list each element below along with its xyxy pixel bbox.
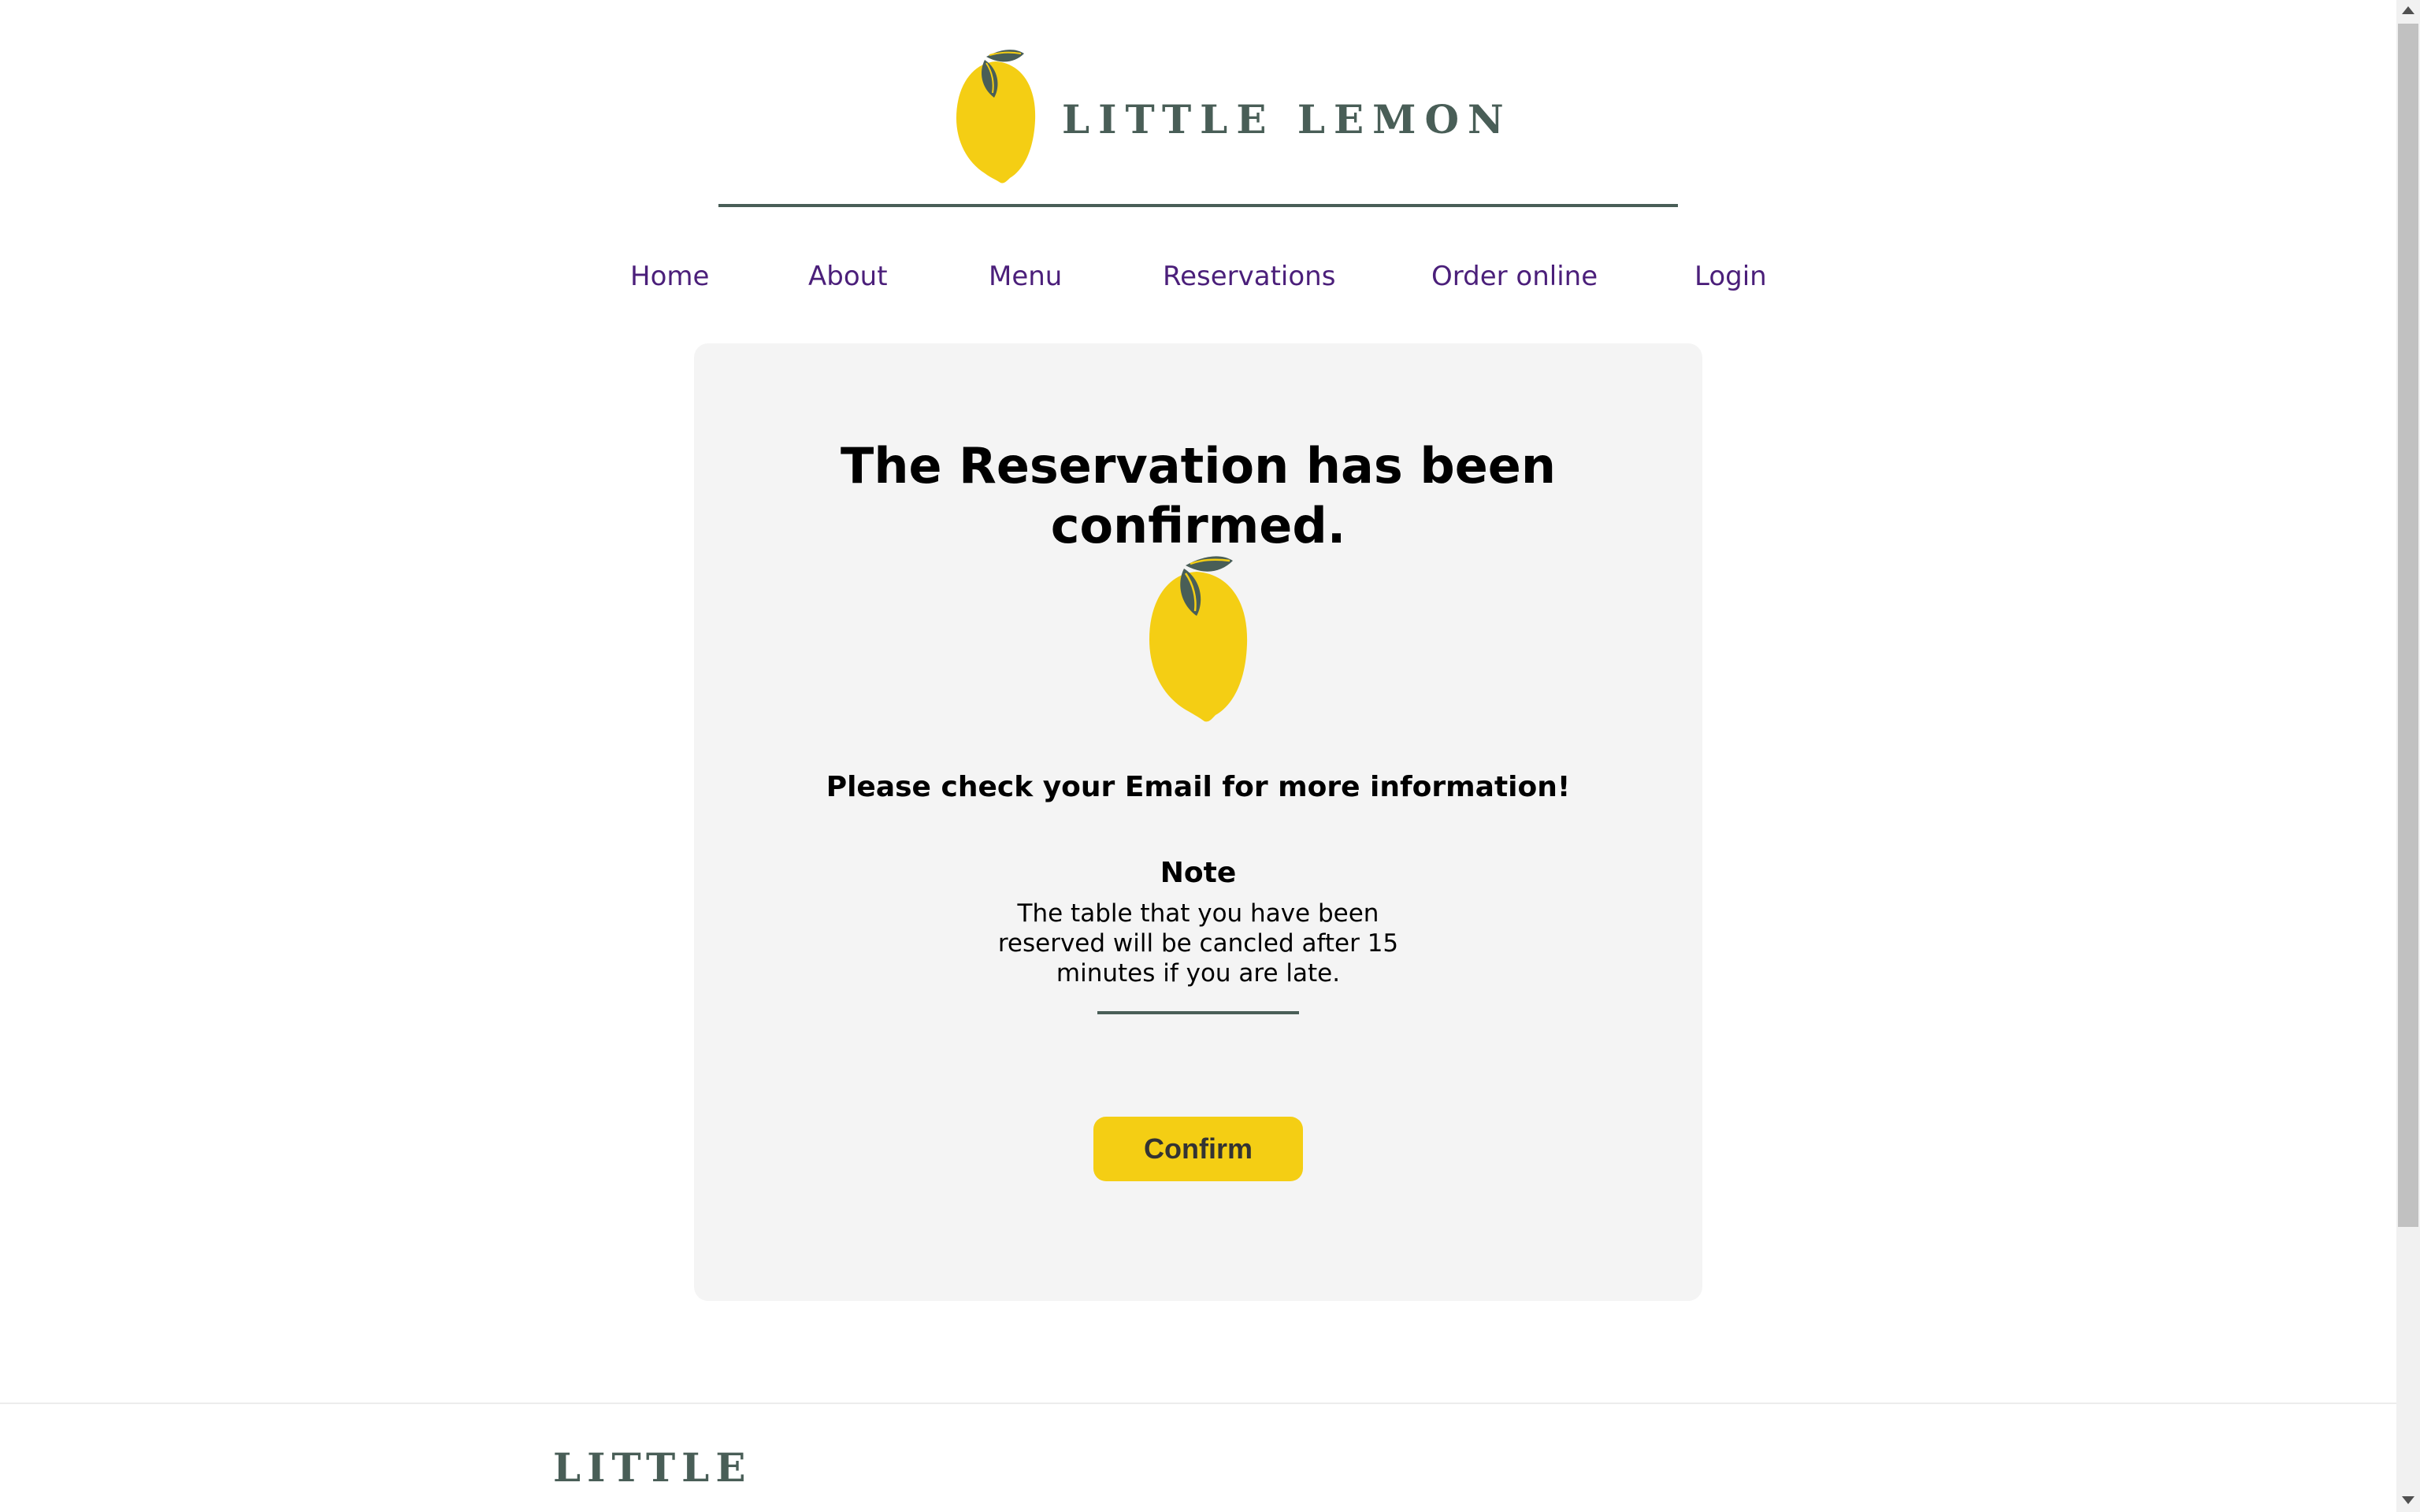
nav-reservations-link[interactable]: Reservations: [1163, 258, 1335, 295]
scroll-up-arrow-icon[interactable]: [2402, 6, 2414, 14]
footer-divider: [0, 1403, 2396, 1404]
vertical-scrollbar[interactable]: [2396, 0, 2420, 1512]
scroll-down-arrow-icon[interactable]: [2402, 1496, 2414, 1504]
header-divider: [718, 204, 1678, 207]
confirmation-title: The Reservation has been confirmed.: [841, 437, 1556, 554]
confirmation-card: The Reservation has been confirmed. Plea…: [694, 343, 1702, 1301]
footer-brand-name: LITTLE: [553, 1444, 752, 1491]
nav-order-online-link[interactable]: Order online: [1431, 258, 1598, 295]
lemon-icon: [956, 50, 1036, 183]
brand-logo[interactable]: LITTLE LEMON: [955, 46, 1512, 184]
note-heading: Note: [1160, 857, 1237, 889]
scrollbar-thumb[interactable]: [2398, 24, 2418, 1227]
nav-menu-link[interactable]: Menu: [989, 258, 1062, 295]
card-divider: [1097, 1011, 1299, 1014]
lemon-icon: [1149, 556, 1248, 722]
nav-login-link[interactable]: Login: [1694, 258, 1767, 295]
nav-home-link[interactable]: Home: [630, 258, 709, 295]
confirm-button[interactable]: Confirm: [1093, 1117, 1303, 1181]
note-text: The table that you have been reserved wi…: [997, 899, 1399, 988]
brand-name: LITTLE LEMON: [1062, 95, 1512, 143]
email-notice: Please check your Email for more informa…: [826, 771, 1571, 803]
nav-about-link[interactable]: About: [808, 258, 888, 295]
